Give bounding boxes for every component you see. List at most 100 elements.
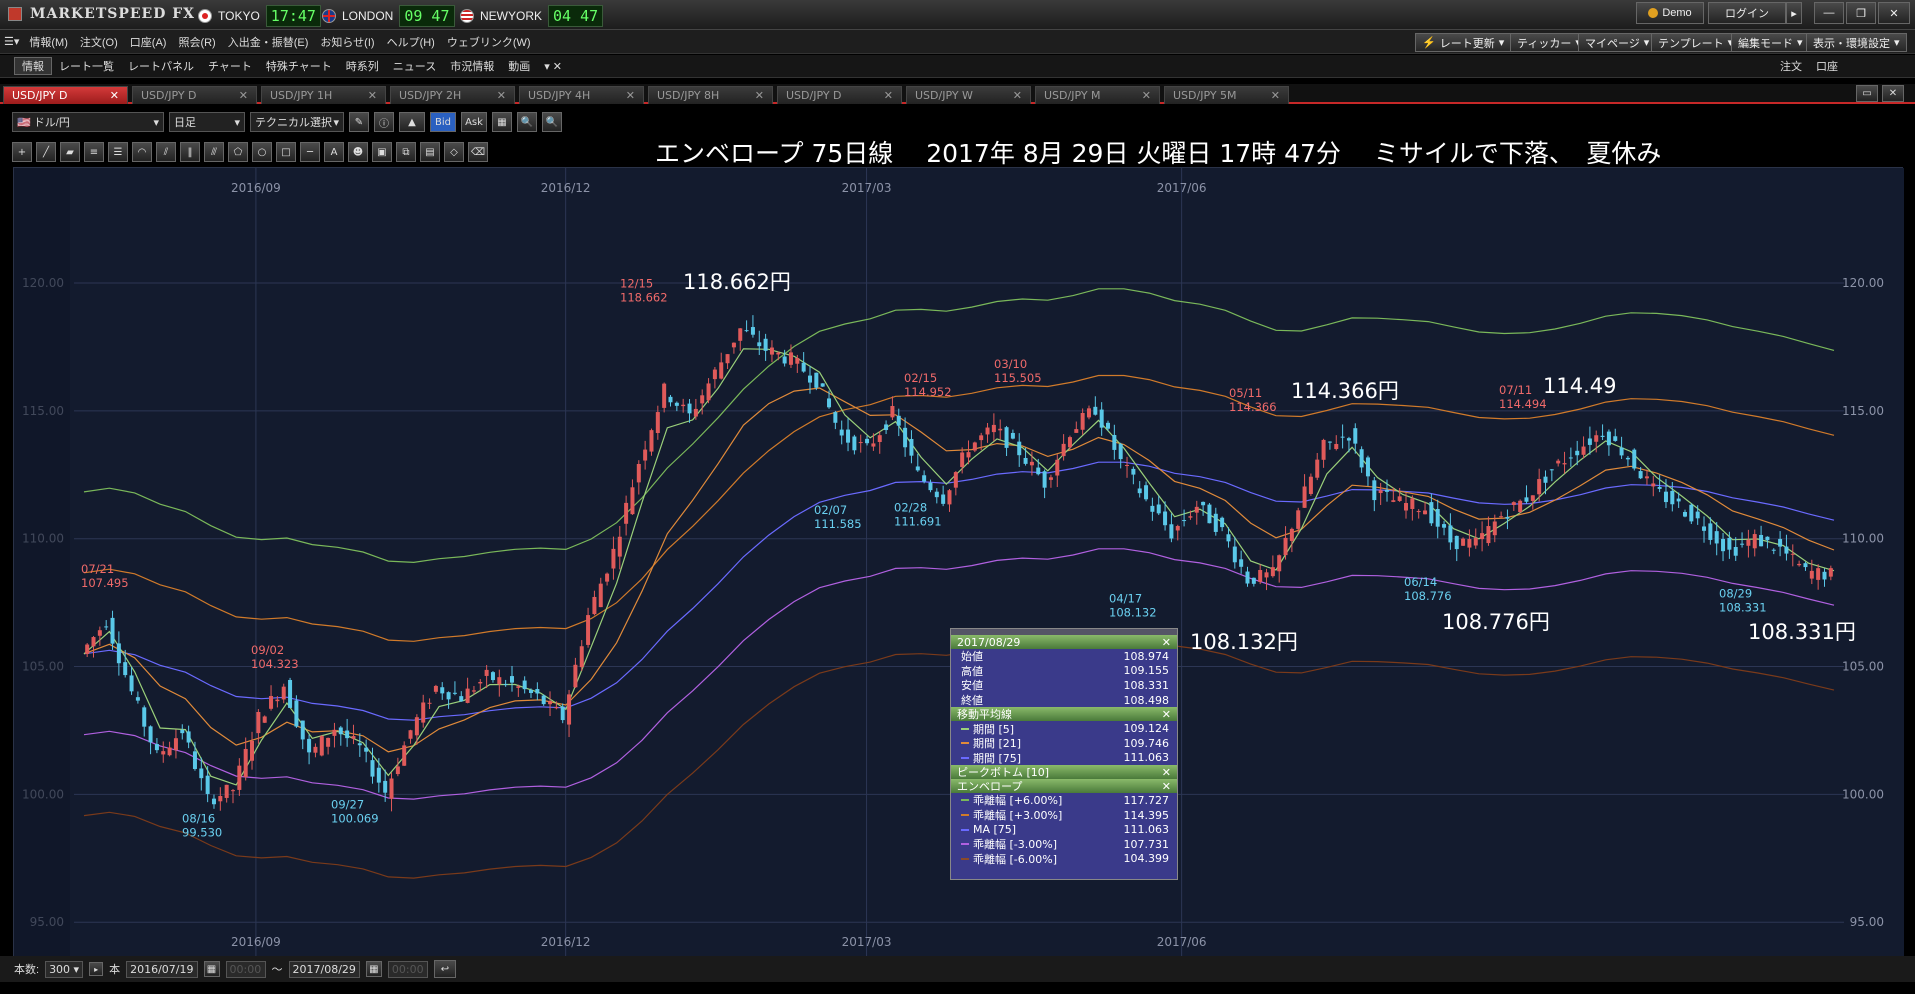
close-icon[interactable]: ✕ bbox=[626, 89, 635, 102]
zoom-in-icon[interactable]: 🔍 bbox=[542, 112, 562, 132]
technical-select[interactable]: テクニカル選択 ▾ bbox=[250, 112, 344, 132]
ask-button[interactable]: Ask bbox=[461, 112, 487, 132]
tab-usdjpy-1h[interactable]: USD/JPY 1H ✕ bbox=[261, 86, 386, 104]
menu-inquiry[interactable]: 照会(R) bbox=[172, 34, 221, 50]
close-icon[interactable]: ✕ bbox=[1162, 766, 1171, 779]
eraser-icon[interactable]: ◇ bbox=[444, 142, 464, 162]
shortcut-order[interactable]: 注文 bbox=[1780, 58, 1802, 74]
tab-usdjpy-m[interactable]: USD/JPY M ✕ bbox=[1035, 86, 1160, 104]
object-icon[interactable]: ▣ bbox=[372, 142, 392, 162]
refresh-icon[interactable]: ↩ bbox=[433, 960, 456, 978]
count-arrow-icon[interactable]: ▸ bbox=[89, 962, 104, 976]
minimize-button[interactable]: — bbox=[1814, 2, 1844, 24]
close-icon[interactable]: ✕ bbox=[1142, 89, 1151, 102]
close-icon[interactable]: ✕ bbox=[239, 89, 248, 102]
tab-usdjpy-2h[interactable]: USD/JPY 2H ✕ bbox=[390, 86, 515, 104]
ruler-icon[interactable]: ▰ bbox=[60, 142, 80, 162]
data-window[interactable]: 2017/08/29 ✕ 始値 108.974 高値 109.155 安値 108.33… bbox=[950, 628, 1178, 880]
hline-icon[interactable]: ─ bbox=[300, 142, 320, 162]
login-button[interactable]: ログイン bbox=[1708, 2, 1786, 24]
zoom-out-icon[interactable]: 🔍 bbox=[517, 112, 537, 132]
close-icon[interactable]: ✕ bbox=[1162, 780, 1171, 793]
layer-icon[interactable]: ▤ bbox=[420, 142, 440, 162]
from-date-input[interactable]: 2016/07/19 bbox=[126, 960, 198, 978]
gann-icon[interactable]: ⫽ bbox=[156, 142, 176, 162]
circle-icon[interactable]: ○ bbox=[252, 142, 272, 162]
tab-usdjpy-d[interactable]: USD/JPY D ✕ bbox=[132, 86, 257, 104]
menu-help[interactable]: ヘルプ(H) bbox=[381, 34, 441, 50]
candle-style-icon[interactable]: ▲ bbox=[399, 112, 425, 132]
currency-select[interactable]: 🇺🇸 ドル/円 ▾ bbox=[12, 112, 164, 132]
close-icon[interactable]: ✕ bbox=[1162, 708, 1171, 721]
tab-usdjpy-w[interactable]: USD/JPY W ✕ bbox=[906, 86, 1031, 104]
template-button[interactable]: テンプレート▾ bbox=[1651, 33, 1741, 52]
rectangle-icon[interactable]: □ bbox=[276, 142, 296, 162]
shortcut-news[interactable]: ニュース bbox=[386, 58, 443, 74]
shortcut-account[interactable]: 口座 bbox=[1816, 58, 1838, 74]
close-icon[interactable]: ✕ bbox=[368, 89, 377, 102]
vertical-lines-icon[interactable]: ‖ bbox=[180, 142, 200, 162]
menu-info[interactable]: 情報(M) bbox=[23, 34, 74, 50]
close-icon[interactable]: ✕ bbox=[1271, 89, 1280, 102]
count-select[interactable]: 300 ▾ bbox=[45, 960, 84, 978]
close-icon[interactable]: ✕ bbox=[884, 89, 893, 102]
from-time-input[interactable]: 00:00 bbox=[225, 960, 266, 978]
close-icon[interactable]: ✕ bbox=[110, 89, 119, 102]
icon-stamp-icon[interactable]: ☻ bbox=[348, 142, 368, 162]
close-window-button[interactable]: ✕ bbox=[1878, 2, 1910, 24]
tab-usdjpy-4h[interactable]: USD/JPY 4H ✕ bbox=[519, 86, 644, 104]
shortcut-rate-panel[interactable]: レートパネル bbox=[121, 58, 201, 74]
menu-weblink[interactable]: ウェブリンク(W) bbox=[441, 34, 537, 50]
maximize-button[interactable]: ❐ bbox=[1846, 2, 1876, 24]
bid-button[interactable]: Bid bbox=[430, 112, 456, 132]
close-panel-icon[interactable]: ✕ bbox=[1882, 85, 1904, 102]
info-icon[interactable]: ⓘ bbox=[374, 112, 394, 132]
menu-deposit[interactable]: 入出金・振替(E) bbox=[222, 34, 315, 50]
period-select[interactable]: 日足 ▾ bbox=[169, 112, 245, 132]
eraser-all-icon[interactable]: ⌫ bbox=[468, 142, 488, 162]
crosshair-icon[interactable]: + bbox=[12, 142, 32, 162]
close-icon[interactable]: ✕ bbox=[1162, 636, 1171, 649]
mypage-button[interactable]: マイページ ▾ bbox=[1578, 33, 1657, 52]
to-date-input[interactable]: 2017/08/29 bbox=[288, 960, 360, 978]
demo-button[interactable]: Demo bbox=[1636, 2, 1704, 24]
chart-mode-icon[interactable]: ▦ bbox=[492, 112, 512, 132]
tab-usdjpy-d2[interactable]: USD/JPY D ✕ bbox=[777, 86, 902, 104]
restore-panel-icon[interactable]: ▭ bbox=[1856, 85, 1878, 102]
pentagon-icon[interactable]: ⬠ bbox=[228, 142, 248, 162]
fibonacci-icon[interactable]: ☰ bbox=[108, 142, 128, 162]
shortcut-timeseries[interactable]: 時系列 bbox=[339, 58, 386, 74]
menu-account[interactable]: 口座(A) bbox=[124, 34, 173, 50]
pen-icon[interactable]: ✎ bbox=[349, 112, 369, 132]
calendar-icon[interactable]: ▦ bbox=[365, 961, 382, 977]
shortcut-rate-list[interactable]: レート一覧 bbox=[52, 58, 121, 74]
tab-usdjpy-8h[interactable]: USD/JPY 8H ✕ bbox=[648, 86, 773, 104]
fan-icon[interactable]: ◠ bbox=[132, 142, 152, 162]
to-time-input[interactable]: 00:00 bbox=[387, 960, 428, 978]
shortcut-chart[interactable]: チャート bbox=[201, 58, 259, 74]
menu-order[interactable]: 注文(O) bbox=[74, 34, 124, 50]
tab-usdjpy-5m[interactable]: USD/JPY 5M ✕ bbox=[1164, 86, 1289, 104]
tab-usdjpy-d-active[interactable]: USD/JPY D ✕ bbox=[3, 86, 128, 104]
rate-update-button[interactable]: ⚡ レート更新 ▾ bbox=[1415, 33, 1512, 52]
close-icon[interactable]: ✕ bbox=[1013, 89, 1022, 102]
copy-icon[interactable]: ⧉ bbox=[396, 142, 416, 162]
menu-notice[interactable]: お知らせ(I) bbox=[314, 34, 380, 50]
shortcut-more-icon[interactable]: ▾ ✕ bbox=[537, 60, 569, 73]
close-icon[interactable]: ✕ bbox=[497, 89, 506, 102]
shortcut-market-info[interactable]: 市況情報 bbox=[443, 58, 501, 74]
horizontal-lines-icon[interactable]: ≡ bbox=[84, 142, 104, 162]
ticker-button[interactable]: ティッカー▾ bbox=[1510, 33, 1588, 52]
display-settings-button[interactable]: 表示・環境設定 ▾ bbox=[1806, 33, 1907, 52]
channel-icon[interactable]: ⫻ bbox=[204, 142, 224, 162]
shortcut-video[interactable]: 動画 bbox=[501, 58, 537, 74]
close-icon[interactable]: ✕ bbox=[755, 89, 764, 102]
login-arrow-button[interactable]: ▸ bbox=[1786, 2, 1802, 24]
hamburger-icon[interactable]: ☰▾ bbox=[0, 35, 23, 48]
trendline-icon[interactable]: ╱ bbox=[36, 142, 56, 162]
text-icon[interactable]: A bbox=[324, 142, 344, 162]
shortcut-info[interactable]: 情報 bbox=[14, 57, 52, 75]
shortcut-special-chart[interactable]: 特殊チャート bbox=[259, 58, 339, 74]
calendar-icon[interactable]: ▦ bbox=[203, 961, 220, 977]
edit-mode-button[interactable]: 編集モード ▾ bbox=[1731, 33, 1810, 52]
